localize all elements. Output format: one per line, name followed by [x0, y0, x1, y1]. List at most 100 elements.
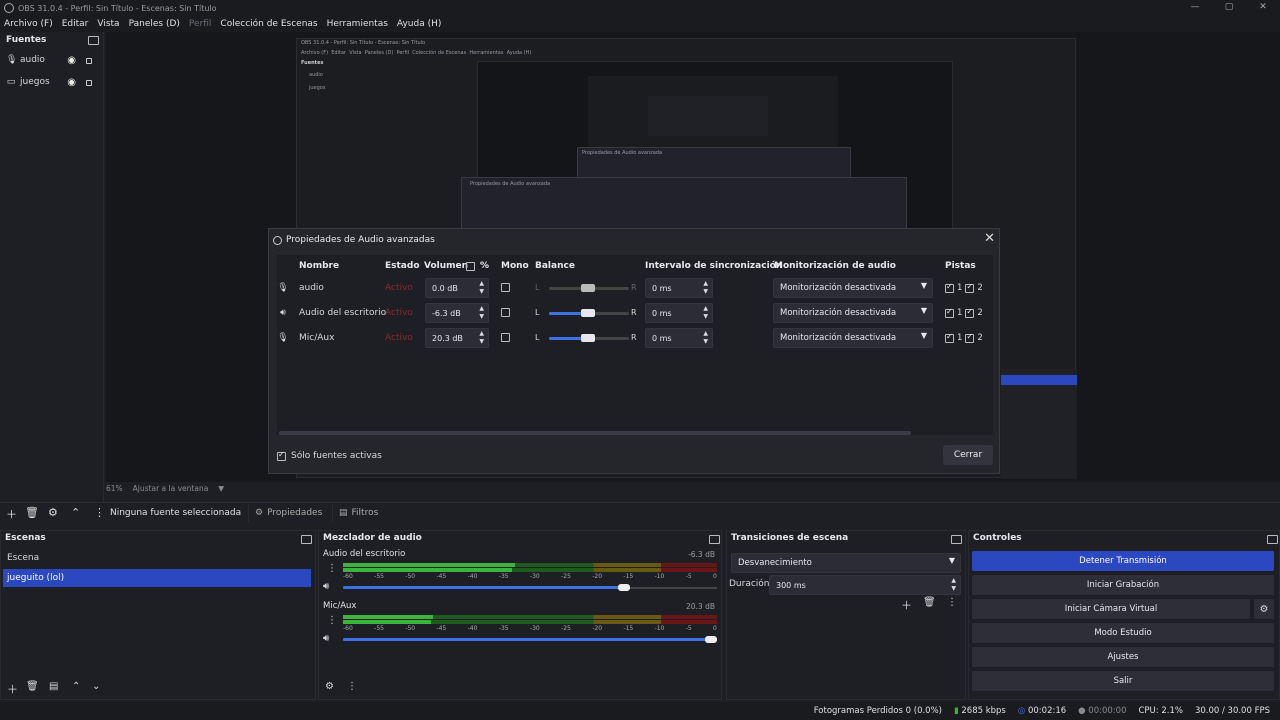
title-bar: OBS 31.0.4 - Perfil: Sin Título - Escena… [0, 0, 1280, 16]
duration-spinbox[interactable]: 300 ms ▲ ▼ [769, 575, 961, 595]
speaker-icon[interactable]: 🔊︎ [323, 633, 329, 644]
source-item-audio[interactable]: 🎙︎ audio ◉ [0, 50, 104, 70]
lock-icon[interactable] [86, 58, 92, 64]
add-icon[interactable]: ＋ [6, 506, 17, 522]
stop-streaming-button[interactable]: Detener Transmisión [972, 551, 1274, 571]
volume-knob[interactable] [705, 636, 717, 643]
only-active-sources-checkbox[interactable]: Sólo fuentes activas [277, 450, 382, 461]
close-button[interactable]: Cerrar [943, 445, 993, 465]
chevron-down-icon[interactable]: ⌄ [92, 681, 100, 692]
gear-icon[interactable]: ⚙ [1254, 599, 1274, 619]
studio-mode-button[interactable]: Modo Estudio [972, 623, 1274, 643]
source-item-juegos[interactable]: ▭ juegos ◉ [0, 72, 104, 92]
audio-row-audio: 🎙︎ audio Activo 0.0 dB ▲ ▼ L R 0 ms ▲ ▼ Moni… [277, 276, 993, 300]
volume-spinbox[interactable]: 20.3 dB ▲ ▼ [425, 328, 489, 348]
signal-icon: ▮ [953, 706, 959, 716]
tracks[interactable]: 12 [945, 326, 983, 350]
visibility-eye-icon[interactable]: ◉ [67, 77, 76, 88]
menu-edit[interactable]: Editar [62, 19, 89, 29]
filters-button[interactable]: ▤ Filtros [332, 504, 384, 522]
sync-offset-spinbox[interactable]: 0 ms ▲ ▼ [645, 303, 713, 323]
volume-knob[interactable] [618, 584, 630, 591]
start-virtual-camera-button[interactable]: Iniciar Cámara Virtual [972, 599, 1250, 619]
window-controls: — ▢ ✕ [1178, 0, 1280, 16]
trash-icon[interactable]: 🗑︎ [26, 681, 39, 692]
undock-icon[interactable] [951, 535, 962, 544]
scenes-panel: Escenas Escena jueguito (lol) ＋ 🗑︎ ▤ ⌃ ⌄ [0, 530, 316, 700]
level-meter-fill [343, 563, 516, 567]
mono-checkbox[interactable] [501, 333, 510, 342]
gear-icon[interactable]: ⚙ [48, 506, 58, 519]
balance-slider[interactable]: L R [535, 276, 645, 300]
nested-selected-scene [1001, 375, 1077, 385]
volume-slider[interactable] [343, 638, 717, 641]
menu-docks[interactable]: Paneles (D) [129, 19, 180, 29]
menu-help[interactable]: Ayuda (H) [397, 19, 441, 29]
sync-offset-spinbox[interactable]: 0 ms ▲ ▼ [645, 278, 713, 298]
volume-spinbox[interactable]: -6.3 dB ▲ ▼ [425, 303, 489, 323]
lock-icon[interactable] [86, 80, 92, 86]
menu-view[interactable]: Vista [97, 19, 119, 29]
add-icon[interactable]: ＋ [7, 681, 18, 697]
properties-button[interactable]: ⚙ Propiedades [248, 504, 328, 522]
menu-file[interactable]: Archivo (F) [4, 19, 53, 29]
fit-to-window[interactable]: Ajustar a la ventana [133, 484, 209, 496]
duration-label: Duración [729, 579, 770, 589]
dropped-frames: Fotogramas Perdidos 0 (0.0%) [813, 706, 942, 716]
monitor-select[interactable]: Monitorización desactivada ▼ [773, 303, 933, 323]
settings-button[interactable]: Ajustes [972, 647, 1274, 667]
sources-title: Fuentes [6, 35, 47, 45]
undock-icon[interactable] [709, 535, 720, 544]
more-icon[interactable]: ⋮ [94, 506, 105, 519]
more-icon[interactable]: ⋮ [327, 615, 337, 626]
row-state: Activo [385, 308, 413, 318]
monitor-select[interactable]: Monitorización desactivada ▼ [773, 278, 933, 298]
chevron-up-icon[interactable]: ⌃ [71, 506, 80, 519]
scene-item-escena[interactable]: Escena [3, 549, 311, 567]
gear-icon[interactable]: ⚙ [325, 681, 334, 692]
level-meter-fill [343, 568, 512, 572]
menu-scene-collection[interactable]: Colección de Escenas [220, 19, 317, 29]
undock-icon[interactable] [88, 36, 99, 45]
undock-icon[interactable] [1267, 535, 1278, 544]
exit-button[interactable]: Salir [972, 671, 1274, 691]
dialog-close-icon[interactable]: ✕ [984, 231, 995, 246]
balance-slider[interactable]: L R [535, 326, 645, 350]
add-icon[interactable]: ＋ [901, 597, 912, 613]
more-icon[interactable]: ⋮ [327, 563, 337, 574]
speaker-icon[interactable]: 🔊︎ [323, 581, 329, 592]
trash-icon[interactable]: 🗑︎ [25, 506, 39, 519]
header-name: Nombre [299, 261, 340, 271]
tracks[interactable]: 12 [945, 301, 983, 325]
percent-checkbox[interactable] [466, 262, 475, 271]
tracks[interactable]: 12 [945, 276, 983, 300]
visibility-eye-icon[interactable]: ◉ [67, 55, 76, 66]
start-recording-button[interactable]: Iniciar Grabación [972, 575, 1274, 595]
horizontal-scrollbar[interactable] [279, 431, 911, 435]
nested-sources-title: Fuentes [301, 60, 324, 66]
trash-icon[interactable]: 🗑︎ [923, 597, 936, 608]
more-icon[interactable]: ⋮ [347, 681, 357, 692]
minimize-button[interactable]: — [1178, 0, 1212, 16]
monitor-select[interactable]: Monitorización desactivada ▼ [773, 328, 933, 348]
volume-slider[interactable] [343, 586, 624, 589]
undock-icon[interactable] [301, 535, 312, 544]
balance-slider[interactable]: L R [535, 301, 645, 325]
channel-db: 20.3 dB [686, 602, 715, 611]
close-window-button[interactable]: ✕ [1246, 0, 1280, 16]
volume-spinbox[interactable]: 0.0 dB ▲ ▼ [425, 278, 489, 298]
mono-checkbox[interactable] [501, 283, 510, 292]
more-icon[interactable]: ⋮ [947, 597, 957, 608]
mono-checkbox[interactable] [501, 308, 510, 317]
transition-select[interactable]: Desvanecimiento ▼ [731, 553, 961, 573]
maximize-button[interactable]: ▢ [1212, 0, 1246, 16]
header-mono: Mono [501, 261, 529, 271]
menu-tools[interactable]: Herramientas [327, 19, 388, 29]
chevron-down-icon[interactable]: ▼ [218, 484, 224, 496]
filter-icon[interactable]: ▤ [49, 681, 58, 692]
chevron-up-icon[interactable]: ⌃ [72, 681, 80, 692]
scene-item-jueguito[interactable]: jueguito (lol) [3, 569, 311, 587]
status-bar: Fotogramas Perdidos 0 (0.0%) ▮ 2685 kbps… [0, 702, 1280, 720]
sync-offset-spinbox[interactable]: 0 ms ▲ ▼ [645, 328, 713, 348]
menu-profile[interactable]: Perfil [189, 19, 212, 29]
